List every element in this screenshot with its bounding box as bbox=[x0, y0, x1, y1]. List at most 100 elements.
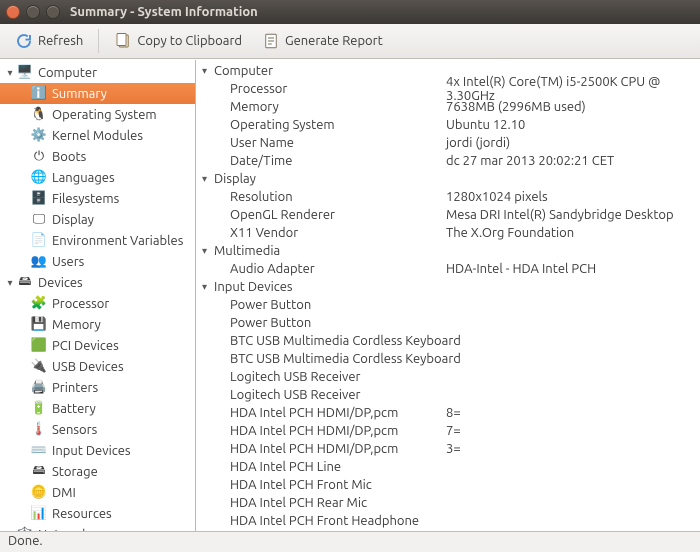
sidebar-item-languages[interactable]: 🌐 Languages bbox=[0, 167, 195, 188]
sidebar-label: DMI bbox=[52, 486, 76, 500]
sidebar-item-kernel[interactable]: ⚙️ Kernel Modules bbox=[0, 125, 195, 146]
sidebar-item-battery[interactable]: 🔋 Battery bbox=[0, 398, 195, 419]
sidebar-item-pci[interactable]: 🟩 PCI Devices bbox=[0, 335, 195, 356]
sidebar-label: Environment Variables bbox=[52, 234, 183, 248]
chevron-down-icon: ▾ bbox=[202, 173, 214, 185]
kernel-icon: ⚙️ bbox=[30, 127, 48, 145]
cpu-icon: 🧩 bbox=[30, 295, 48, 313]
resources-icon: 📊 bbox=[30, 505, 48, 523]
section-heading: Multimedia bbox=[214, 244, 280, 258]
sidebar-label: Input Devices bbox=[52, 444, 131, 458]
sidebar-label: Users bbox=[52, 255, 84, 269]
card-icon: 🖴 bbox=[16, 274, 34, 292]
section-display[interactable]: ▾ Display bbox=[196, 170, 700, 188]
sidebar-item-env[interactable]: 📄 Environment Variables bbox=[0, 230, 195, 251]
kv-memory: Memory7638MB (2996MB used) bbox=[196, 98, 700, 116]
battery-icon: 🔋 bbox=[30, 400, 48, 418]
sidebar-label: USB Devices bbox=[52, 360, 124, 374]
refresh-label: Refresh bbox=[38, 34, 83, 48]
section-input[interactable]: ▾ Input Devices bbox=[196, 278, 700, 296]
sidebar-label: Boots bbox=[52, 150, 86, 164]
sidebar-item-boots[interactable]: ⏻ Boots bbox=[0, 146, 195, 167]
sidebar-item-display[interactable]: 🖵 Display bbox=[0, 209, 195, 230]
sidebar-item-usb[interactable]: 🔌 USB Devices bbox=[0, 356, 195, 377]
kv-renderer: OpenGL RendererMesa DRI Intel(R) Sandybr… bbox=[196, 206, 700, 224]
sidebar-label: Battery bbox=[52, 402, 96, 416]
chevron-down-icon: ▾ bbox=[202, 281, 214, 293]
sidebar-item-resources[interactable]: 📊 Resources bbox=[0, 503, 195, 524]
kv-processor: Processor4x Intel(R) Core(TM) i5-2500K C… bbox=[196, 80, 700, 98]
window-title: Summary - System Information bbox=[70, 5, 258, 19]
sidebar-item-memory[interactable]: 💾 Memory bbox=[0, 314, 195, 335]
sidebar-label: Computer bbox=[38, 66, 97, 80]
sidebar-item-filesystems[interactable]: 🗄️ Filesystems bbox=[0, 188, 195, 209]
info-icon: ℹ️ bbox=[30, 85, 48, 103]
sidebar-label: Memory bbox=[52, 318, 101, 332]
sidebar-label: Processor bbox=[52, 297, 109, 311]
toolbar: Refresh Copy to Clipboard Generate Repor… bbox=[0, 24, 700, 59]
sidebar-item-users[interactable]: 👥 Users bbox=[0, 251, 195, 272]
sidebar-label: Operating System bbox=[52, 108, 157, 122]
kv-hdmi1: HDA Intel PCH HDMI/DP,pcm7= bbox=[196, 422, 700, 440]
sidebar-item-processor[interactable]: 🧩 Processor bbox=[0, 293, 195, 314]
sidebar-item-devices[interactable]: ▾ 🖴 Devices bbox=[0, 272, 195, 293]
sidebar-label: Printers bbox=[52, 381, 98, 395]
refresh-icon bbox=[15, 32, 33, 50]
board-icon: 🪙 bbox=[30, 484, 48, 502]
content-pane: ▾ Computer Processor4x Intel(R) Core(TM)… bbox=[196, 60, 700, 531]
toolbar-separator bbox=[98, 29, 99, 53]
chevron-down-icon: ▾ bbox=[202, 65, 214, 77]
folder-icon: 🗄️ bbox=[30, 190, 48, 208]
report-button[interactable]: Generate Report bbox=[253, 27, 392, 55]
env-icon: 📄 bbox=[30, 232, 48, 250]
thermometer-icon: 🌡️ bbox=[30, 421, 48, 439]
monitor-icon: 🖵 bbox=[30, 211, 48, 229]
kv-user: User Namejordi (jordi) bbox=[196, 134, 700, 152]
expand-icon: ▾ bbox=[4, 277, 16, 289]
list-item: Power Button bbox=[196, 314, 700, 332]
sidebar-label: Sensors bbox=[52, 423, 97, 437]
kv-os: Operating SystemUbuntu 12.10 bbox=[196, 116, 700, 134]
sidebar-tree: ▾ 🖥️ Computer ℹ️ Summary 🐧 Operating Sys… bbox=[0, 60, 196, 531]
list-item: BTC USB Multimedia Cordless Keyboard bbox=[196, 350, 700, 368]
list-item: HDA Intel PCH Rear Mic bbox=[196, 494, 700, 512]
sidebar-item-sensors[interactable]: 🌡️ Sensors bbox=[0, 419, 195, 440]
list-item: Logitech USB Receiver bbox=[196, 368, 700, 386]
kv-vendor: X11 VendorThe X.Org Foundation bbox=[196, 224, 700, 242]
users-icon: 👥 bbox=[30, 253, 48, 271]
sidebar-label: Resources bbox=[52, 507, 112, 521]
window-maximize-icon[interactable] bbox=[46, 5, 60, 19]
report-label: Generate Report bbox=[285, 34, 383, 48]
section-heading: Computer bbox=[214, 64, 273, 78]
globe-icon: 🌐 bbox=[30, 169, 48, 187]
sidebar-item-printers[interactable]: 🖨️ Printers bbox=[0, 377, 195, 398]
os-icon: 🐧 bbox=[30, 106, 48, 124]
sidebar-label: Languages bbox=[52, 171, 115, 185]
computer-icon: 🖥️ bbox=[16, 64, 34, 82]
sidebar-item-computer[interactable]: ▾ 🖥️ Computer bbox=[0, 62, 195, 83]
sidebar-item-storage[interactable]: 🖴 Storage bbox=[0, 461, 195, 482]
list-item: Logitech USB Receiver bbox=[196, 386, 700, 404]
copy-label: Copy to Clipboard bbox=[137, 34, 242, 48]
sidebar-item-dmi[interactable]: 🪙 DMI bbox=[0, 482, 195, 503]
sidebar-item-os[interactable]: 🐧 Operating System bbox=[0, 104, 195, 125]
section-heading: Display bbox=[214, 172, 256, 186]
refresh-button[interactable]: Refresh bbox=[6, 27, 92, 55]
sidebar-item-network[interactable]: ▸ 🕸️ Network bbox=[0, 524, 195, 531]
section-multimedia[interactable]: ▾ Multimedia bbox=[196, 242, 700, 260]
window-titlebar: Summary - System Information bbox=[0, 0, 700, 24]
sidebar-item-input[interactable]: ⌨️ Input Devices bbox=[0, 440, 195, 461]
window-minimize-icon[interactable] bbox=[26, 5, 40, 19]
clipboard-icon bbox=[114, 32, 132, 50]
pci-icon: 🟩 bbox=[30, 337, 48, 355]
kv-hdmi2: HDA Intel PCH HDMI/DP,pcm3= bbox=[196, 440, 700, 458]
sidebar-label: Kernel Modules bbox=[52, 129, 143, 143]
keyboard-icon: ⌨️ bbox=[30, 442, 48, 460]
sidebar-label: Devices bbox=[38, 276, 83, 290]
drive-icon: 🖴 bbox=[30, 463, 48, 481]
copy-button[interactable]: Copy to Clipboard bbox=[105, 27, 251, 55]
window-close-icon[interactable] bbox=[6, 5, 20, 19]
sidebar-label: Filesystems bbox=[52, 192, 119, 206]
sidebar-item-summary[interactable]: ℹ️ Summary bbox=[0, 83, 195, 104]
report-icon bbox=[262, 32, 280, 50]
